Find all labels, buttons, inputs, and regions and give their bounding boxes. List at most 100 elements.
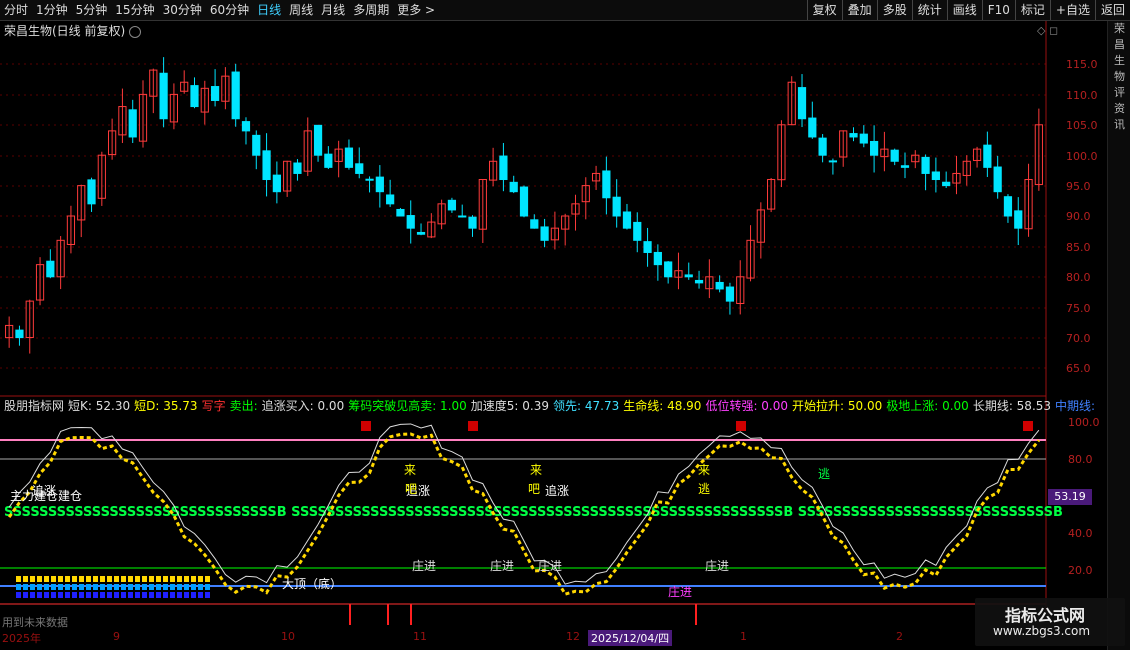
candle-body	[231, 71, 240, 120]
candle-body	[159, 72, 168, 120]
tab-4[interactable]: 30分钟	[159, 0, 206, 20]
tab-5[interactable]: 60分钟	[206, 0, 253, 20]
tab-0[interactable]: 分时	[0, 0, 32, 20]
bar-mark	[93, 576, 98, 582]
indicator-label: 来	[530, 463, 542, 477]
toolbar-button-0[interactable]: 复权	[806, 0, 842, 20]
toolbar-button-2[interactable]: 多股	[876, 0, 912, 20]
tab-10[interactable]: 更多 >	[393, 0, 439, 20]
indicator-label: 庄进	[490, 558, 514, 573]
candle-body	[313, 124, 323, 156]
bar-mark	[51, 592, 56, 598]
candle-body	[128, 109, 137, 138]
bar-mark	[170, 592, 175, 598]
candle-body	[344, 147, 354, 168]
indicator-name[interactable]: 股朋指标网	[4, 399, 64, 413]
candle-body	[715, 281, 724, 290]
bar-mark	[170, 576, 175, 582]
side-label[interactable]: 讯	[1108, 117, 1130, 133]
indicator-label: 主力建仓建仓	[10, 489, 82, 503]
tab-6[interactable]: 日线	[253, 0, 285, 20]
side-panel[interactable]: 荣昌生物评资讯	[1107, 21, 1130, 650]
tab-8[interactable]: 月线	[317, 0, 349, 20]
candle-body	[633, 221, 642, 241]
price-tick: 70.0	[1066, 332, 1091, 345]
tab-3[interactable]: 15分钟	[111, 0, 158, 20]
candle-body	[921, 156, 930, 174]
bar-mark	[114, 592, 119, 598]
candle-body	[210, 86, 220, 101]
tab-2[interactable]: 5分钟	[72, 0, 112, 20]
bar-mark	[121, 592, 126, 598]
bar-mark	[65, 576, 70, 582]
indicator-item: 低位转强: 0.00	[705, 399, 789, 413]
candle-body	[324, 153, 333, 168]
bar-mark	[16, 592, 21, 598]
current-value-badge: 53.19	[1048, 489, 1092, 505]
toolbar-button-7[interactable]: +自选	[1049, 0, 1095, 20]
toolbar-button-1[interactable]: 叠加	[841, 0, 877, 20]
price-tick: 80.0	[1066, 271, 1091, 284]
side-label[interactable]: 物	[1108, 69, 1130, 85]
candle-body	[499, 155, 508, 181]
side-label[interactable]: 评	[1108, 85, 1130, 101]
signal-row: SSSSSSSSSSSSSSSSSSSSSSSSSSSSSSSB SSSSSSS…	[4, 505, 1063, 520]
date-label: 12	[566, 630, 580, 643]
bar-mark	[135, 584, 140, 590]
indicator-label: 庄进	[538, 558, 562, 573]
tab-9[interactable]: 多周期	[349, 0, 393, 20]
tab-1[interactable]: 1分钟	[32, 0, 72, 20]
price-tick: 95.0	[1066, 180, 1091, 193]
price-tick: 85.0	[1066, 241, 1091, 254]
bar-mark	[65, 592, 70, 598]
bar-mark	[86, 576, 91, 582]
indicator-item: 筹码突破见高卖: 1.00	[348, 399, 467, 413]
side-label[interactable]: 荣	[1108, 21, 1130, 37]
bar-mark	[135, 576, 140, 582]
tab-7[interactable]: 周线	[285, 0, 317, 20]
candle-body	[622, 211, 632, 229]
indicator-label: 庄进	[668, 584, 692, 599]
bar-mark	[205, 576, 210, 582]
bar-mark	[93, 592, 98, 598]
toolbar-buttons: 复权 叠加 多股 统计 画线 F10 标记 +自选 返回	[806, 0, 1130, 20]
candle-body	[694, 279, 704, 284]
bar-mark	[23, 592, 28, 598]
bar-mark	[79, 592, 84, 598]
candle-body	[849, 133, 858, 138]
candle-body	[447, 199, 457, 211]
bar-mark	[30, 584, 35, 590]
indicator-label: 逃	[818, 467, 830, 481]
toolbar-button-6[interactable]: 标记	[1014, 0, 1050, 20]
chart-area[interactable]: 115.0 110.0 105.0 100.0 95.0 90.0 85.0 80.0 75.0…	[0, 21, 1106, 627]
bar-mark	[23, 576, 28, 582]
indicator-item: 开始拉升: 50.00	[792, 399, 883, 413]
side-label[interactable]: 昌	[1108, 37, 1130, 53]
watermark-url: www.zbgs3.com	[993, 624, 1091, 638]
bar-mark	[205, 592, 210, 598]
candle-body	[869, 140, 879, 156]
toolbar-button-4[interactable]: 画线	[946, 0, 982, 20]
side-label[interactable]: 生	[1108, 53, 1130, 69]
bar-mark	[184, 592, 189, 598]
toolbar-button-3[interactable]: 统计	[911, 0, 947, 20]
bar-mark	[58, 592, 63, 598]
bar-mark	[184, 576, 189, 582]
bar-mark	[107, 584, 112, 590]
candle-body	[190, 85, 199, 108]
bar-mark	[16, 576, 21, 582]
candle-body	[983, 144, 992, 168]
bar-mark	[37, 592, 42, 598]
candle-body	[519, 186, 529, 217]
indicator-header: 股朋指标网 短K: 52.30 短D: 35.73 写字 卖出: 追涨买入: 0.00 筹码…	[4, 397, 1104, 415]
date-label: 1	[740, 630, 747, 643]
price-tick: 75.0	[1066, 302, 1091, 315]
toolbar-button-8[interactable]: 返回	[1094, 0, 1130, 20]
side-label[interactable]: 资	[1108, 101, 1130, 117]
candle-body	[1003, 196, 1013, 217]
bar-mark	[163, 592, 168, 598]
bar-mark	[37, 584, 42, 590]
bar-mark	[30, 592, 35, 598]
toolbar-button-5[interactable]: F10	[981, 0, 1015, 20]
indicator-tick: 100.0	[1068, 416, 1100, 429]
